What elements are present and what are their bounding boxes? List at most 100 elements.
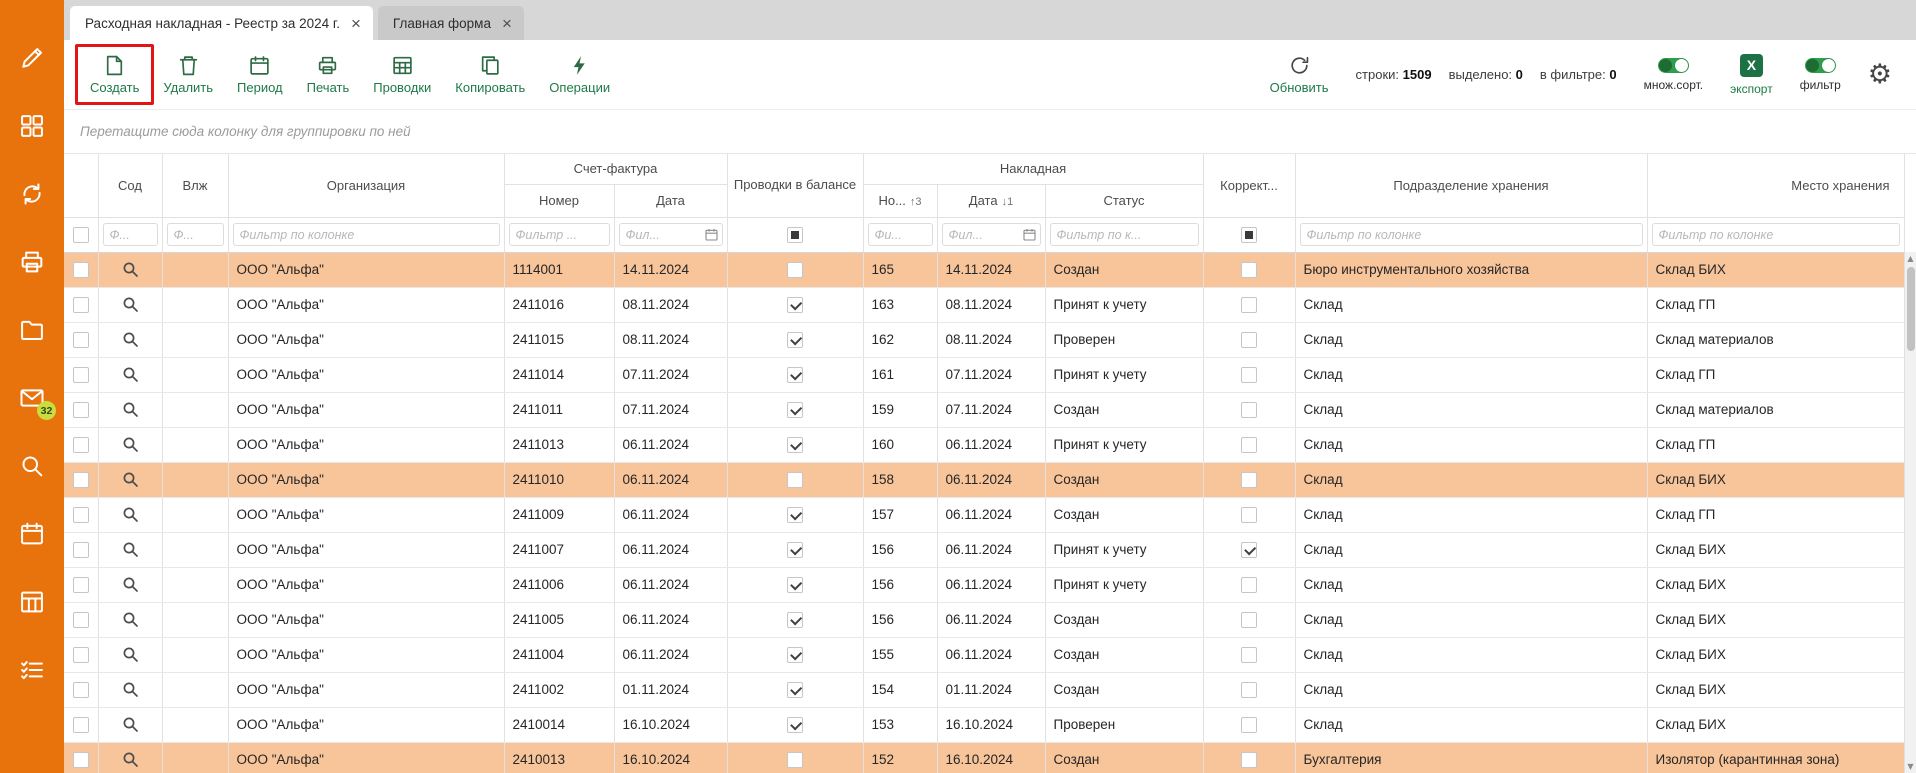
row-select-checkbox[interactable] (73, 717, 89, 733)
col-header-posted[interactable]: Проводки в балансе (727, 154, 863, 217)
correction-checkbox[interactable] (1241, 367, 1257, 383)
correction-checkbox[interactable] (1241, 717, 1257, 733)
table-row[interactable]: ООО "Альфа" 2411006 06.11.2024 156 06.11… (64, 567, 1904, 602)
settings-gear-button[interactable]: ⚙ (1868, 61, 1892, 88)
sidebar-item-tasks[interactable] (18, 656, 46, 684)
col-header-waybill-number[interactable]: Но...↑3 (863, 184, 937, 217)
row-select-checkbox[interactable] (73, 332, 89, 348)
close-icon[interactable]: × (502, 15, 512, 32)
open-record-icon[interactable] (122, 576, 139, 593)
posted-checkbox[interactable] (787, 612, 803, 628)
correction-checkbox[interactable] (1241, 647, 1257, 663)
open-record-icon[interactable] (122, 471, 139, 488)
row-select-checkbox[interactable] (73, 262, 89, 278)
postings-button[interactable]: Проводки (361, 47, 443, 102)
col-header-storage-place[interactable]: Место хранения (1647, 154, 1904, 217)
sidebar-item-search[interactable] (18, 452, 46, 480)
open-record-icon[interactable] (122, 296, 139, 313)
export-excel-button[interactable]: X экспорт (1730, 54, 1773, 96)
filter-date-input[interactable] (620, 224, 705, 245)
col-header-invoice-number[interactable]: Номер (504, 184, 614, 217)
table-row[interactable]: ООО "Альфа" 2411014 07.11.2024 161 07.11… (64, 357, 1904, 392)
filter-date-input[interactable] (943, 224, 1023, 245)
correction-checkbox[interactable] (1241, 682, 1257, 698)
posted-checkbox[interactable] (787, 297, 803, 313)
band-invoice[interactable]: Счет-фактура (504, 154, 727, 184)
open-record-icon[interactable] (122, 261, 139, 278)
open-record-icon[interactable] (122, 611, 139, 628)
correction-checkbox[interactable] (1241, 262, 1257, 278)
table-row[interactable]: ООО "Альфа" 2411016 08.11.2024 163 08.11… (64, 287, 1904, 322)
correction-checkbox[interactable] (1241, 507, 1257, 523)
open-record-icon[interactable] (122, 541, 139, 558)
sidebar-item-print-queue[interactable] (18, 248, 46, 276)
open-record-icon[interactable] (122, 506, 139, 523)
select-all-checkbox[interactable] (73, 227, 89, 243)
scroll-up-button[interactable]: ▲ (1905, 252, 1916, 265)
posted-checkbox[interactable] (787, 402, 803, 418)
filter-toggle[interactable]: фильтр (1800, 58, 1841, 92)
open-record-icon[interactable] (122, 681, 139, 698)
correction-checkbox[interactable] (1241, 752, 1257, 768)
copy-button[interactable]: Копировать (443, 47, 537, 102)
table-row[interactable]: ООО "Альфа" 1114001 14.11.2024 165 14.11… (64, 252, 1904, 287)
col-header-correction[interactable]: Коррект... (1203, 154, 1295, 217)
posted-checkbox[interactable] (787, 437, 803, 453)
row-select-checkbox[interactable] (73, 752, 89, 768)
scrollbar-thumb[interactable] (1907, 267, 1915, 351)
row-select-checkbox[interactable] (73, 472, 89, 488)
tab-registry[interactable]: Расходная накладная - Реестр за 2024 г. … (70, 6, 373, 40)
correction-checkbox[interactable] (1241, 297, 1257, 313)
correction-checkbox[interactable] (1241, 577, 1257, 593)
filter-input-storage-place[interactable] (1652, 223, 1900, 246)
close-icon[interactable]: × (351, 15, 361, 32)
row-select-checkbox[interactable] (73, 647, 89, 663)
row-select-checkbox[interactable] (73, 542, 89, 558)
table-row[interactable]: ООО "Альфа" 2411013 06.11.2024 160 06.11… (64, 427, 1904, 462)
period-button[interactable]: Период (225, 47, 295, 102)
band-waybill[interactable]: Накладная (863, 154, 1203, 184)
table-row[interactable]: ООО "Альфа" 2411011 07.11.2024 159 07.11… (64, 392, 1904, 427)
col-header-invoice-date[interactable]: Дата (614, 184, 727, 217)
group-by-drop-zone[interactable]: Перетащите сюда колонку для группировки … (64, 110, 1916, 154)
table-row[interactable]: ООО "Альфа" 2410014 16.10.2024 153 16.10… (64, 707, 1904, 742)
col-header-waybill-date[interactable]: Дата↓1 (937, 184, 1045, 217)
calendar-icon[interactable] (1023, 228, 1036, 241)
open-record-icon[interactable] (122, 436, 139, 453)
sidebar-item-reports[interactable] (18, 588, 46, 616)
posted-checkbox[interactable] (787, 577, 803, 593)
correction-checkbox[interactable] (1241, 402, 1257, 418)
sidebar-item-modules[interactable] (18, 112, 46, 140)
tab-main-form[interactable]: Главная форма × (378, 6, 524, 40)
row-select-checkbox[interactable] (73, 577, 89, 593)
vertical-scrollbar[interactable]: ▲ ▼ (1904, 252, 1916, 773)
posted-checkbox[interactable] (787, 507, 803, 523)
table-row[interactable]: ООО "Альфа" 2410013 16.10.2024 152 16.10… (64, 742, 1904, 773)
row-select-checkbox[interactable] (73, 367, 89, 383)
posted-checkbox[interactable] (787, 262, 803, 278)
table-row[interactable]: ООО "Альфа" 2411010 06.11.2024 158 06.11… (64, 462, 1904, 497)
sidebar-item-folder[interactable] (18, 316, 46, 344)
filter-input-waybill-date[interactable] (942, 223, 1041, 246)
row-select-checkbox[interactable] (73, 437, 89, 453)
col-header-content[interactable]: Сод (98, 154, 162, 217)
correction-checkbox[interactable] (1241, 332, 1257, 348)
calendar-icon[interactable] (705, 228, 718, 241)
posted-checkbox[interactable] (787, 647, 803, 663)
row-select-checkbox[interactable] (73, 682, 89, 698)
col-header-attachments[interactable]: Влж (162, 154, 228, 217)
open-record-icon[interactable] (122, 716, 139, 733)
filter-input-invoice-date[interactable] (619, 223, 723, 246)
open-record-icon[interactable] (122, 366, 139, 383)
open-record-icon[interactable] (122, 331, 139, 348)
row-select-checkbox[interactable] (73, 402, 89, 418)
col-header-organization[interactable]: Организация (228, 154, 504, 217)
row-select-checkbox[interactable] (73, 297, 89, 313)
row-select-checkbox[interactable] (73, 612, 89, 628)
posted-checkbox[interactable] (787, 332, 803, 348)
table-row[interactable]: ООО "Альфа" 2411009 06.11.2024 157 06.11… (64, 497, 1904, 532)
correction-checkbox[interactable] (1241, 472, 1257, 488)
sidebar-item-mail[interactable]: 32 (18, 384, 46, 412)
filter-input-status[interactable] (1050, 223, 1199, 246)
print-button[interactable]: Печать (295, 47, 362, 102)
